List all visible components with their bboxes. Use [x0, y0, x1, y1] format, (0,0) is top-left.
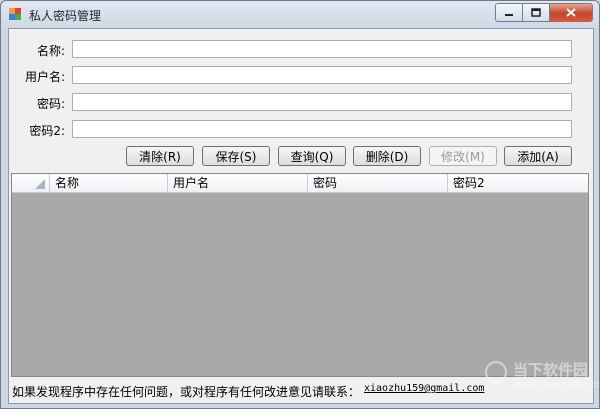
name-input[interactable]: [72, 40, 572, 58]
select-all-corner[interactable]: [12, 174, 50, 192]
password-input[interactable]: [72, 93, 572, 111]
maximize-button[interactable]: [523, 3, 550, 22]
delete-button[interactable]: 删除(D): [353, 146, 421, 166]
save-button[interactable]: 保存(S): [202, 146, 270, 166]
data-grid[interactable]: 名称 用户名 密码 密码2: [11, 173, 589, 377]
close-button[interactable]: [550, 3, 593, 22]
password-label: 密码:: [36, 97, 65, 111]
column-header-username[interactable]: 用户名: [168, 174, 308, 192]
add-button[interactable]: 添加(A): [504, 146, 572, 166]
query-button[interactable]: 查询(Q): [278, 146, 346, 166]
minimize-icon: [505, 13, 513, 16]
close-icon: [566, 8, 576, 17]
column-header-password2[interactable]: 密码2: [448, 174, 588, 192]
watermark-en: www.downxia.com: [513, 379, 600, 390]
password2-label: 密码2:: [29, 124, 65, 138]
column-header-password[interactable]: 密码: [308, 174, 448, 192]
username-label: 用户名:: [24, 70, 65, 84]
window-controls: [495, 3, 593, 22]
minimize-button[interactable]: [495, 3, 523, 22]
app-icon: [9, 8, 21, 20]
column-header-name[interactable]: 名称: [50, 174, 168, 192]
maximize-icon: [531, 8, 541, 17]
watermark-logo-icon: [485, 361, 507, 383]
modify-button: 修改(M): [429, 146, 497, 166]
contact-email-link[interactable]: xiaozhu159@gmail.com: [364, 383, 484, 394]
footer-text: 如果发现程序中存在任何问题，或对程序有任何改进意见请联系：: [12, 385, 361, 399]
title-bar[interactable]: 私人密码管理: [1, 1, 599, 27]
password2-input[interactable]: [72, 120, 572, 138]
select-all-icon: [35, 179, 45, 189]
username-input[interactable]: [72, 66, 572, 84]
name-label: 名称:: [36, 44, 65, 58]
app-window: 私人密码管理 名称: 用户名: 密码: 密码2: 清除(R) 保存(S) 查询(…: [0, 0, 600, 409]
grid-header: 名称 用户名 密码 密码2: [12, 174, 588, 193]
client-area: 名称: 用户名: 密码: 密码2: 清除(R) 保存(S) 查询(Q) 删除(D…: [8, 28, 599, 404]
watermark-cn: 当下软件园: [513, 361, 589, 379]
clear-button[interactable]: 清除(R): [126, 146, 194, 166]
window-title: 私人密码管理: [29, 9, 102, 23]
